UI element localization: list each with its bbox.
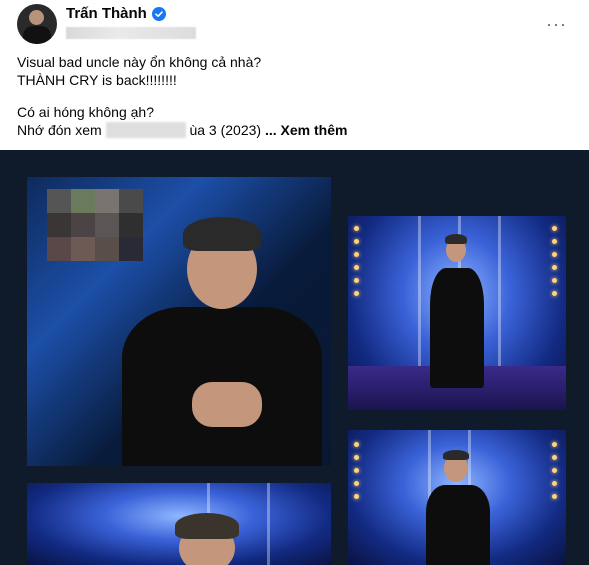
post-meta: [66, 27, 196, 39]
blurred-region: [47, 189, 143, 261]
post-line-2: THÀNH CRY is back!!!!!!!!: [17, 72, 177, 88]
post-line-3: Có ai hóng không ạh?: [17, 104, 154, 120]
post-line-4-end: ùa 3 (2023): [189, 122, 262, 138]
blurred-timestamp: [66, 27, 196, 39]
photo-4[interactable]: [27, 483, 331, 565]
author-name[interactable]: Trấn Thành: [66, 5, 147, 22]
more-options-icon[interactable]: ···: [546, 14, 567, 35]
person-hair: [445, 234, 467, 244]
person-hair: [175, 513, 239, 539]
post-line-4-start: Nhớ đón xem: [17, 122, 102, 138]
author-avatar[interactable]: [17, 4, 57, 44]
post-header: Trấn Thành ···: [0, 0, 589, 46]
blurred-text: [105, 122, 186, 138]
see-more-link[interactable]: ... Xem thêm: [265, 122, 347, 138]
photo-2[interactable]: [348, 216, 566, 410]
photo-1[interactable]: [27, 177, 331, 466]
author-row: Trấn Thành: [66, 5, 166, 22]
person-hair: [443, 450, 469, 460]
person-hair: [183, 217, 261, 251]
person-suit: [426, 485, 490, 565]
hands: [192, 382, 262, 427]
avatar-figure-body: [23, 26, 51, 44]
verified-badge-icon: [151, 6, 166, 21]
post-text: Visual bad uncle này ổn không cả nhà? TH…: [17, 53, 347, 139]
photo-3[interactable]: [348, 430, 566, 565]
avatar-figure-face: [29, 10, 44, 25]
person-suit: [430, 268, 484, 388]
photo-grid: [0, 150, 589, 565]
post-line-1: Visual bad uncle này ổn không cả nhà?: [17, 54, 262, 70]
post-line-4: Nhớ đón xem ùa 3 (2023) ... Xem thêm: [17, 121, 347, 139]
